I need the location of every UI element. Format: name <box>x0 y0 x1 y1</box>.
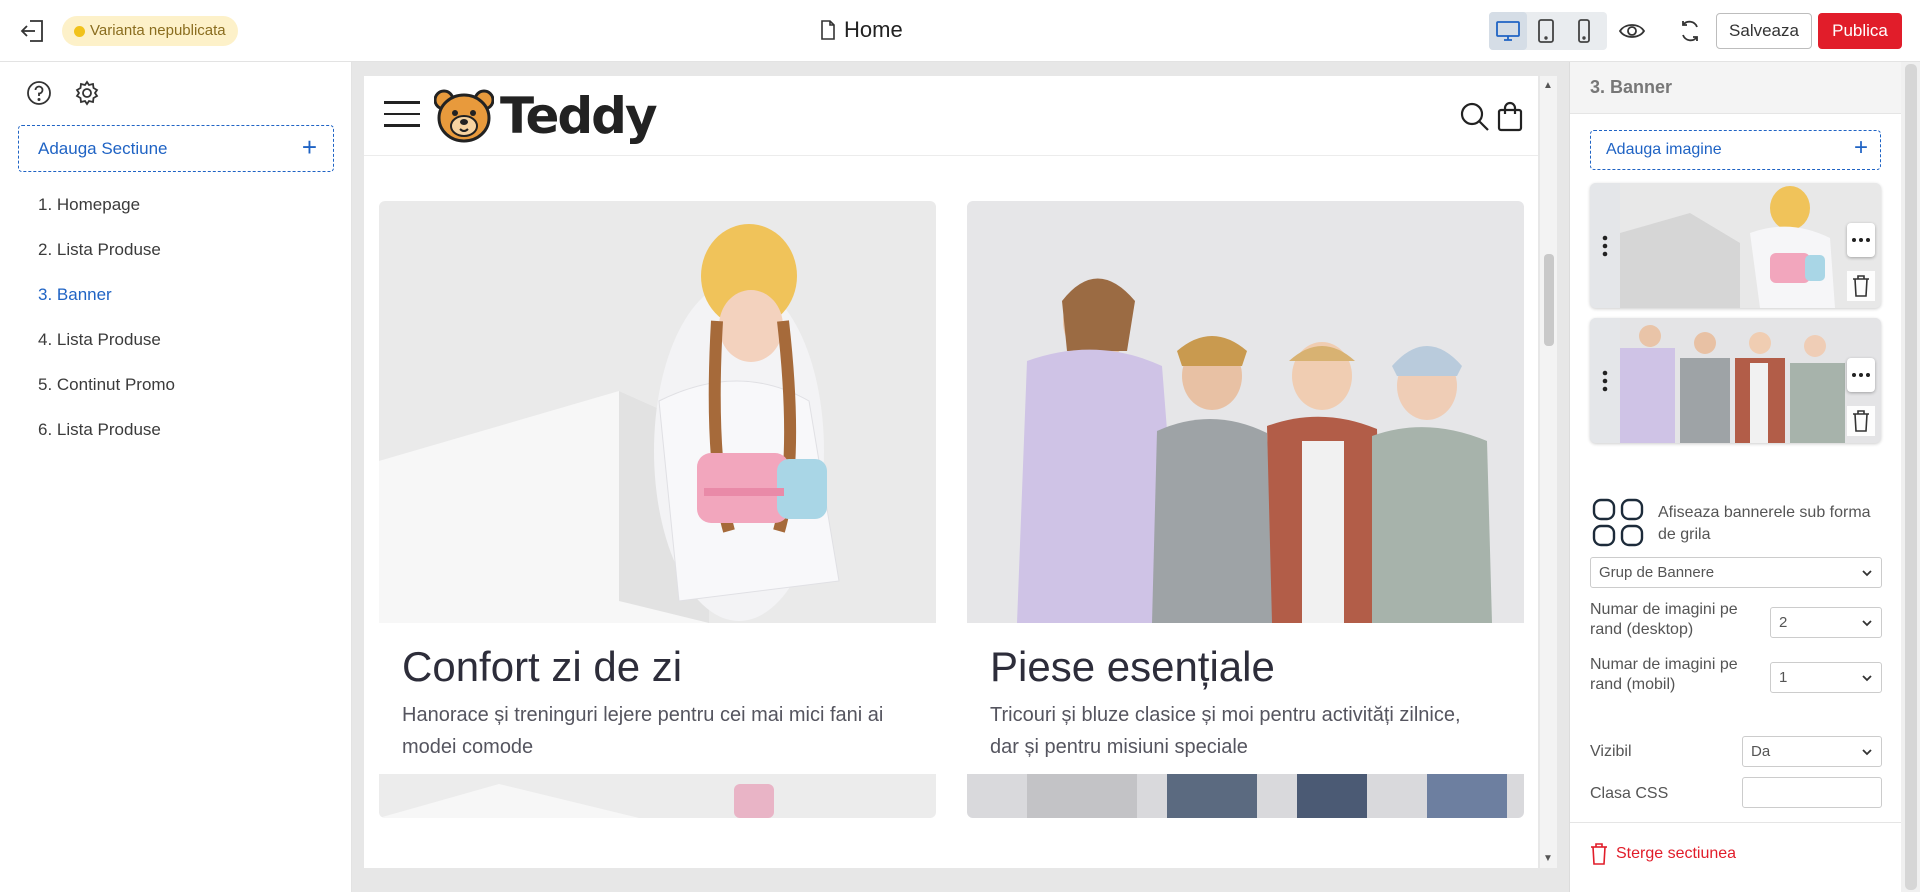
publish-button[interactable]: Publica <box>1818 13 1902 49</box>
sidebar-item-lista-produse[interactable]: 6. Lista Produse <box>38 407 175 452</box>
settings-gear-icon[interactable] <box>74 80 100 106</box>
chevron-down-icon <box>1862 749 1872 756</box>
banner-image-next <box>967 774 1524 818</box>
top-bar: Varianta nepublicata Home Salveaza Publi… <box>0 0 1920 62</box>
mobile-count-label: Numar de imagini pe rand (mobil) <box>1590 656 1738 693</box>
desktop-count-label: Numar de imagini pe rand (desktop) <box>1590 601 1738 638</box>
delete-section-button[interactable]: Sterge sectiunea <box>1590 843 1736 865</box>
sidebar-tools <box>26 80 100 106</box>
banner-description: Tricouri și bluze clasice și moi pentru … <box>990 704 1461 758</box>
trash-icon[interactable] <box>1847 271 1875 301</box>
grid-toggle-label: Afiseaza bannerele sub forma de grila <box>1658 504 1871 543</box>
drag-handle-icon[interactable] <box>1590 318 1620 443</box>
page-title-text: Home <box>844 17 903 42</box>
sections-sidebar: Adauga Sectiune + 1. Homepage 2. Lista P… <box>0 62 352 892</box>
sidebar-item-continut-promo[interactable]: 5. Continut Promo <box>38 362 175 407</box>
drag-handle-icon[interactable] <box>1590 183 1620 308</box>
add-image-button[interactable]: Adauga imagine + <box>1590 130 1881 170</box>
desktop-icon[interactable] <box>1489 12 1527 50</box>
more-options-icon[interactable] <box>1847 223 1875 257</box>
panel-header: 3. Banner <box>1570 62 1901 114</box>
scroll-down-icon[interactable]: ▼ <box>1543 853 1553 864</box>
banner-image <box>967 201 1524 623</box>
banner-image-next <box>379 774 936 818</box>
editor-canvas: Teddy Confort zi de zi Hanorace și treni… <box>352 62 1569 892</box>
chevron-down-icon <box>1862 620 1872 627</box>
banner-title: Piese esențiale <box>990 643 1275 690</box>
panel-title: 3. Banner <box>1590 77 1673 97</box>
document-icon <box>821 20 835 40</box>
visible-value: Da <box>1751 743 1771 760</box>
shopping-bag-icon[interactable] <box>1492 98 1528 134</box>
status-badge: Varianta nepublicata <box>62 16 238 46</box>
grid-layout-icon <box>1592 498 1644 547</box>
trash-icon[interactable] <box>1847 406 1875 436</box>
site-logo[interactable]: Teddy <box>434 86 658 146</box>
banner-image <box>379 201 936 623</box>
mobile-icon[interactable] <box>1565 12 1603 50</box>
banner-image-item[interactable] <box>1590 183 1881 308</box>
page-preview: Teddy Confort zi de zi Hanorace și treni… <box>364 76 1538 868</box>
logo-text: Teddy <box>500 87 658 145</box>
css-class-input[interactable] <box>1742 777 1882 808</box>
visible-label: Vizibil <box>1590 743 1632 760</box>
desktop-count-select[interactable]: 2 <box>1770 607 1882 638</box>
desktop-count-value: 2 <box>1779 614 1788 631</box>
status-label: Varianta nepublicata <box>90 22 226 39</box>
panel-footer: Sterge sectiunea <box>1570 822 1901 892</box>
add-image-label: Adauga imagine <box>1606 141 1722 158</box>
preview-eye-icon[interactable] <box>1616 15 1648 47</box>
save-button[interactable]: Salveaza <box>1716 13 1812 49</box>
banner-card[interactable]: Piese esențiale Tricouri și bluze clasic… <box>967 201 1524 758</box>
sidebar-item-lista-produse[interactable]: 4. Lista Produse <box>38 317 175 362</box>
plus-icon: + <box>1853 134 1868 161</box>
trash-icon <box>1591 843 1607 865</box>
chevron-down-icon <box>1862 675 1872 682</box>
status-dot <box>74 26 85 37</box>
banner-title: Confort zi de zi <box>402 643 683 690</box>
section-list: 1. Homepage 2. Lista Produse 3. Banner 4… <box>38 182 175 452</box>
banner-card[interactable]: Confort zi de zi Hanorace și treninguri … <box>379 201 936 758</box>
sidebar-item-homepage[interactable]: 1. Homepage <box>38 182 175 227</box>
exit-icon[interactable] <box>18 16 48 46</box>
add-section-label: Adauga Sectiune <box>38 139 168 158</box>
add-section-button[interactable]: Adauga Sectiune + <box>18 125 334 172</box>
refresh-icon[interactable] <box>1674 15 1706 47</box>
site-header: Teddy <box>364 76 1538 156</box>
section-settings-panel: 3. Banner Adauga imagine + Afiseaza bann… <box>1569 62 1920 892</box>
sidebar-item-lista-produse[interactable]: 2. Lista Produse <box>38 227 175 272</box>
panel-scroll-thumb[interactable] <box>1905 64 1917 890</box>
sidebar-item-banner[interactable]: 3. Banner <box>38 272 175 317</box>
banner-group-select[interactable]: Grup de Bannere <box>1590 557 1882 588</box>
canvas-scrollbar[interactable]: ▲ ▼ <box>1540 76 1557 868</box>
more-options-icon[interactable] <box>1847 358 1875 392</box>
hamburger-menu-icon[interactable] <box>384 101 420 127</box>
banner-thumbnail <box>1620 318 1881 443</box>
banner-thumbnail <box>1620 183 1881 308</box>
banner-group-value: Grup de Bannere <box>1599 564 1715 581</box>
panel-scrollbar[interactable] <box>1901 62 1920 892</box>
search-icon[interactable] <box>1456 98 1492 134</box>
plus-icon: + <box>301 132 317 162</box>
scroll-thumb[interactable] <box>1544 254 1554 346</box>
mobile-count-select[interactable]: 1 <box>1770 662 1882 693</box>
bear-logo-icon <box>434 89 494 143</box>
tablet-icon[interactable] <box>1527 12 1565 50</box>
device-switcher <box>1489 12 1607 50</box>
visible-select[interactable]: Da <box>1742 736 1882 767</box>
grid-layout-toggle[interactable]: Afiseaza bannerele sub forma de grila <box>1592 494 1882 550</box>
mobile-count-value: 1 <box>1779 669 1788 686</box>
help-icon[interactable] <box>26 80 52 106</box>
delete-section-label: Sterge sectiunea <box>1616 845 1737 862</box>
banner-image-item[interactable] <box>1590 318 1881 443</box>
banner-description: Hanorace și treninguri lejere pentru cei… <box>402 704 884 758</box>
chevron-down-icon <box>1862 570 1872 577</box>
page-title: Home <box>820 13 903 47</box>
css-class-label: Clasa CSS <box>1590 785 1669 802</box>
scroll-up-icon[interactable]: ▲ <box>1543 80 1553 91</box>
